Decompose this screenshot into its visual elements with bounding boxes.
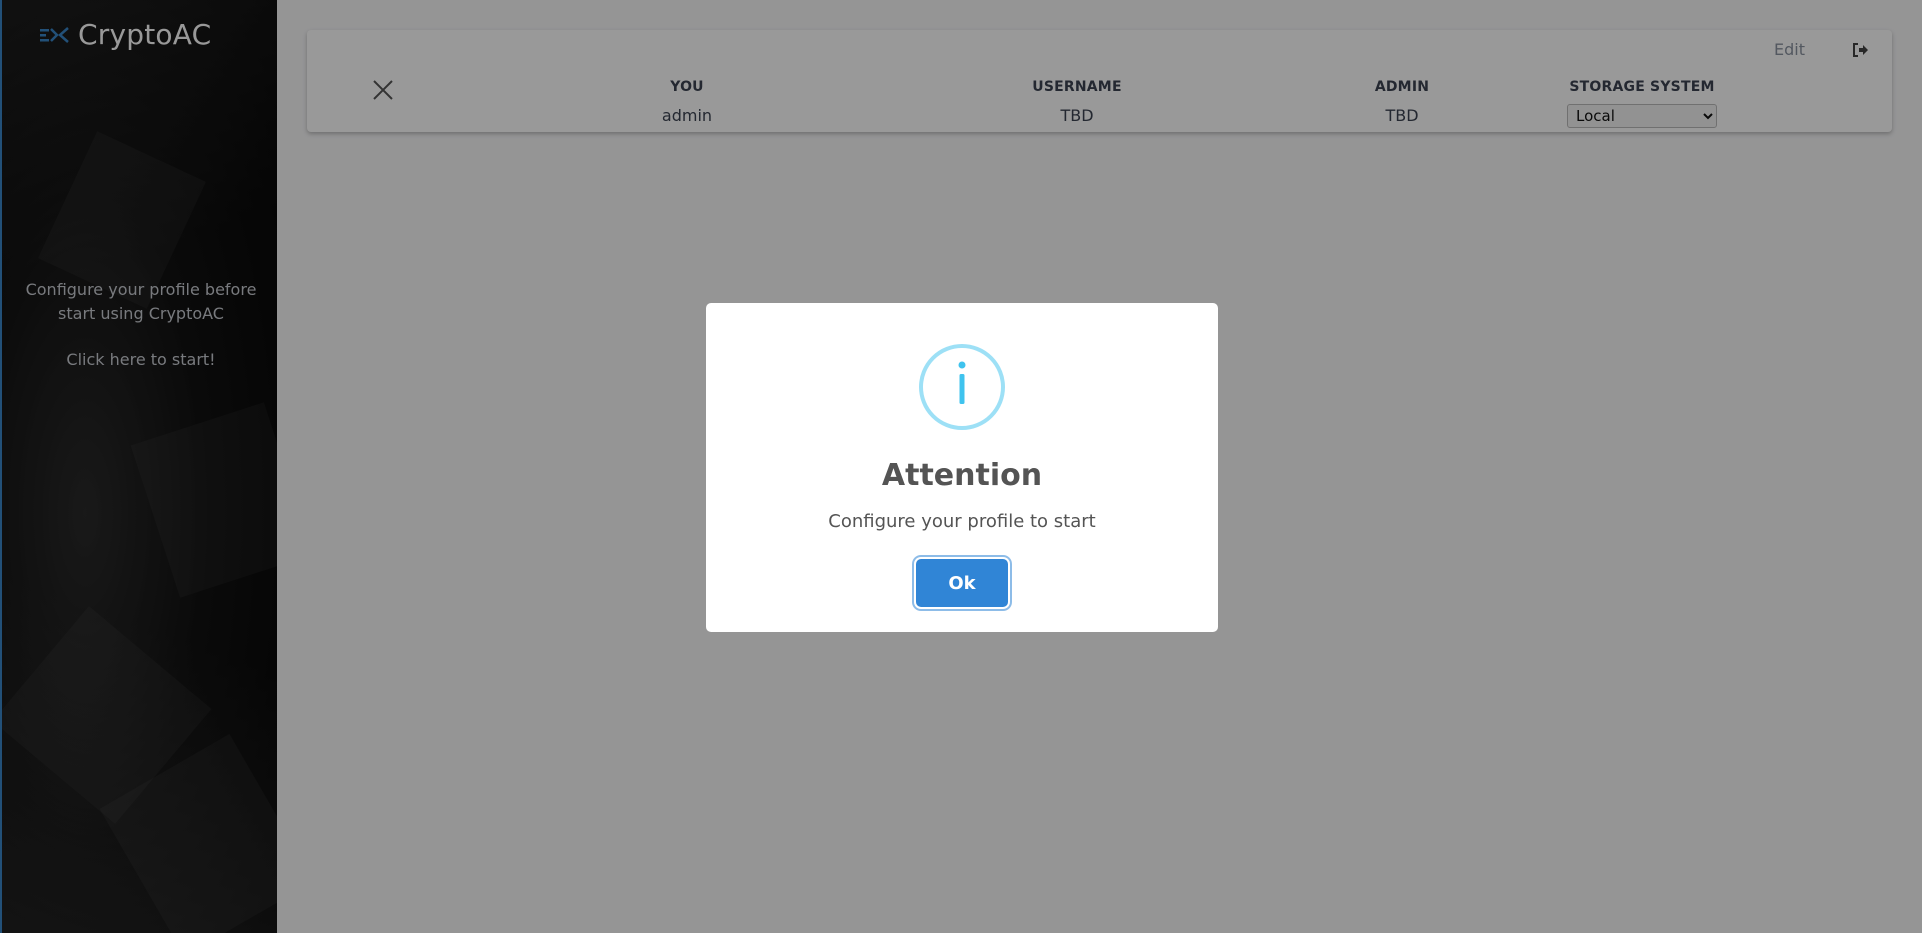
ok-button[interactable]: Ok <box>916 559 1008 607</box>
modal-overlay[interactable]: Attention Configure your profile to star… <box>0 0 1922 933</box>
attention-dialog: Attention Configure your profile to star… <box>706 303 1218 632</box>
app-root: CryptoAC Configure your profile before s… <box>0 0 1922 933</box>
dialog-title: Attention <box>881 458 1043 493</box>
info-icon <box>919 344 1005 430</box>
dialog-message: Configure your profile to start <box>828 511 1096 532</box>
